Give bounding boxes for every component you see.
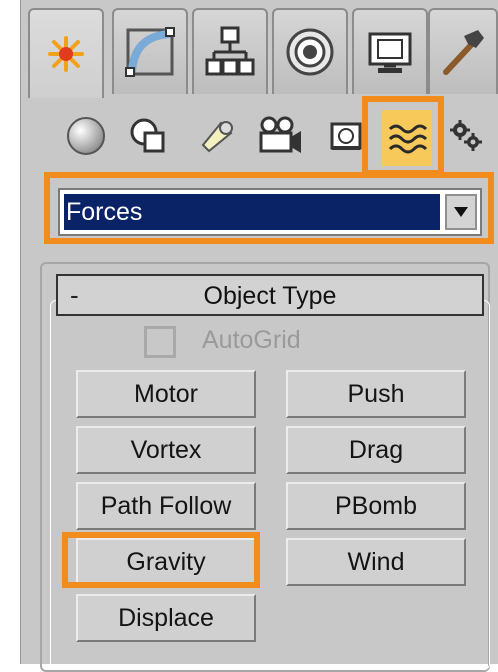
category-systems[interactable] <box>446 112 486 160</box>
autogrid-checkbox[interactable] <box>144 326 176 358</box>
helpers-icon <box>330 122 362 150</box>
tab-motion[interactable] <box>272 8 348 94</box>
gravity-button[interactable]: Gravity <box>76 538 256 586</box>
vortex-button[interactable]: Vortex <box>76 426 256 474</box>
tab-create[interactable] <box>28 8 104 98</box>
create-icon <box>48 36 84 72</box>
shapes-icon <box>130 118 165 153</box>
category-space-warps[interactable] <box>382 110 432 166</box>
tab-modify[interactable] <box>112 8 188 94</box>
chevron-down-icon <box>454 207 468 217</box>
path-follow-button[interactable]: Path Follow <box>76 482 256 530</box>
category-helpers[interactable] <box>322 112 370 160</box>
display-icon <box>368 32 412 73</box>
tab-hierarchy[interactable] <box>192 8 268 94</box>
category-lights[interactable] <box>192 112 240 160</box>
cameras-icon <box>259 116 301 153</box>
modify-icon <box>125 27 175 77</box>
pbomb-button[interactable]: PBomb <box>286 482 466 530</box>
category-cameras[interactable] <box>256 112 304 160</box>
push-button[interactable]: Push <box>286 370 466 418</box>
category-shapes[interactable] <box>124 112 172 160</box>
category-dropdown[interactable]: Forces <box>58 188 482 236</box>
rollout-title: Object Type <box>203 282 337 310</box>
dropdown-arrow-button[interactable] <box>445 194 477 230</box>
category-geometry[interactable] <box>62 112 110 160</box>
space-warps-icon <box>388 124 428 154</box>
tab-display[interactable] <box>352 8 428 94</box>
geometry-icon <box>67 117 105 155</box>
dropdown-selected-value: Forces <box>64 194 440 230</box>
rollout-header[interactable]: - Object Type <box>56 274 484 316</box>
hierarchy-icon <box>205 26 255 76</box>
autogrid-label: AutoGrid <box>202 326 301 354</box>
lights-icon <box>201 121 233 153</box>
utilities-icon <box>443 30 484 75</box>
systems-icon <box>450 120 482 151</box>
displace-button[interactable]: Displace <box>76 594 256 642</box>
motion-icon <box>286 28 334 76</box>
drag-button[interactable]: Drag <box>286 426 466 474</box>
wind-button[interactable]: Wind <box>286 538 466 586</box>
tab-utilities[interactable] <box>428 8 498 94</box>
motor-button[interactable]: Motor <box>76 370 256 418</box>
